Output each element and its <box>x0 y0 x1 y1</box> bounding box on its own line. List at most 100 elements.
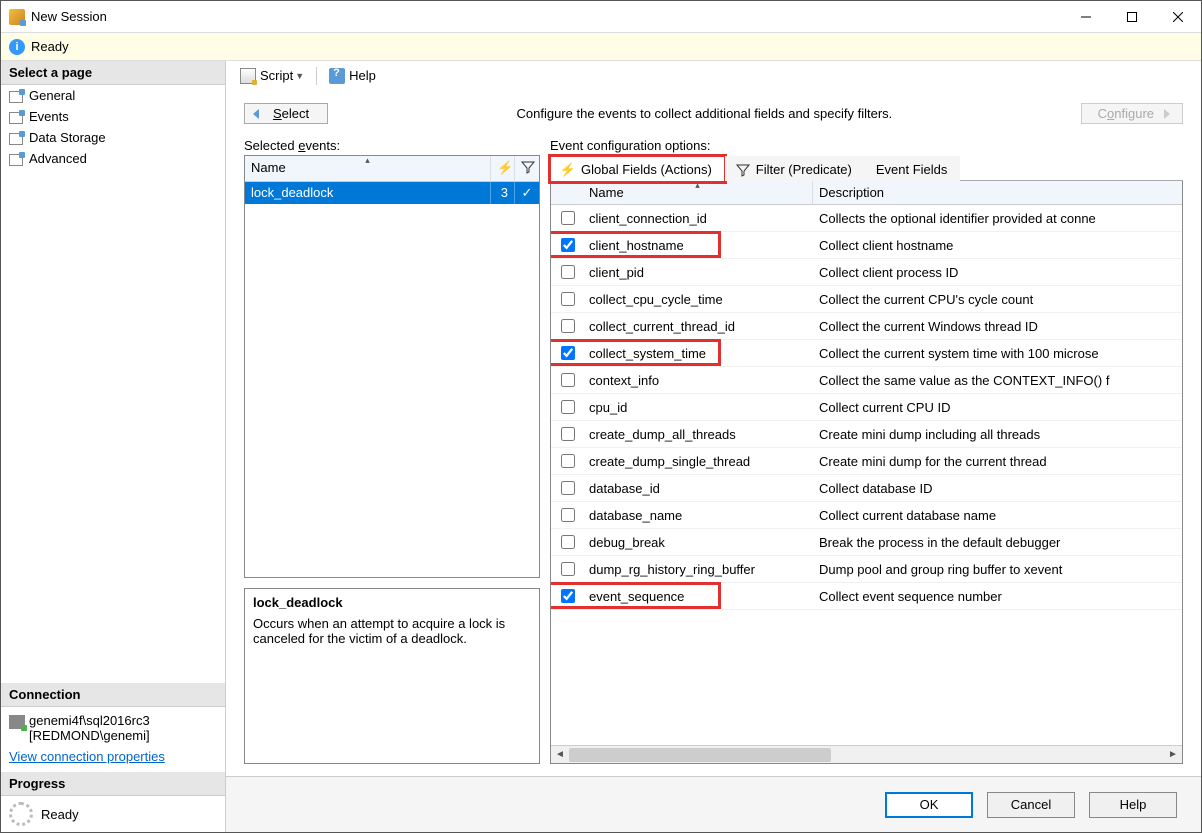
field-description: Collect current CPU ID <box>813 397 1182 418</box>
col-name-header[interactable]: ▴Name <box>245 156 491 181</box>
page-item-events[interactable]: Events <box>1 106 225 127</box>
window-title: New Session <box>31 9 1063 24</box>
field-row-client_hostname[interactable]: client_hostnameCollect client hostname <box>551 232 1182 259</box>
selected-events-label: Selected events: <box>244 138 540 153</box>
field-description: Collect current database name <box>813 505 1182 526</box>
tab-filter-predicate-[interactable]: Filter (Predicate) <box>725 156 865 181</box>
script-icon <box>240 68 256 84</box>
toolbar: Script ▼ Help <box>226 61 1201 91</box>
chevron-down-icon: ▼ <box>295 71 304 81</box>
scroll-thumb[interactable] <box>569 748 831 762</box>
fields-col-name[interactable]: ▴Name <box>583 181 813 204</box>
horizontal-scrollbar[interactable]: ◄ ► <box>551 745 1182 763</box>
field-row-collect_system_time[interactable]: collect_system_timeCollect the current s… <box>551 340 1182 367</box>
field-checkbox[interactable] <box>561 292 575 306</box>
selected-event-row[interactable]: lock_deadlock3✓ <box>245 182 539 204</box>
tab-event-fields[interactable]: Event Fields <box>865 156 961 181</box>
field-row-context_info[interactable]: context_infoCollect the same value as th… <box>551 367 1182 394</box>
selected-events-grid[interactable]: ▴Name ⚡ lock_deadlock3✓ <box>244 155 540 578</box>
fields-col-description[interactable]: Description <box>813 181 1182 204</box>
fields-body[interactable]: client_connection_idCollects the optiona… <box>551 205 1182 745</box>
page-list: GeneralEventsData StorageAdvanced <box>1 85 225 169</box>
field-name: collect_system_time <box>583 343 813 364</box>
event-description-body: Occurs when an attempt to acquire a lock… <box>253 616 531 646</box>
field-description: Collect the current CPU's cycle count <box>813 289 1182 310</box>
field-checkbox[interactable] <box>561 535 575 549</box>
field-row-database_name[interactable]: database_nameCollect current database na… <box>551 502 1182 529</box>
field-row-client_connection_id[interactable]: client_connection_idCollects the optiona… <box>551 205 1182 232</box>
field-row-database_id[interactable]: database_idCollect database ID <box>551 475 1182 502</box>
field-description: Collect the current system time with 100… <box>813 343 1182 364</box>
dialog-footer: OK Cancel Help <box>226 776 1201 832</box>
field-row-debug_break[interactable]: debug_breakBreak the process in the defa… <box>551 529 1182 556</box>
page-item-general[interactable]: General <box>1 85 225 106</box>
select-button[interactable]: SSelectelect <box>244 103 328 124</box>
field-row-collect_cpu_cycle_time[interactable]: collect_cpu_cycle_timeCollect the curren… <box>551 286 1182 313</box>
scroll-left-icon[interactable]: ◄ <box>551 749 569 760</box>
bolt-icon: ⚡ <box>561 163 575 177</box>
ok-button[interactable]: OK <box>885 792 973 818</box>
status-text: Ready <box>31 39 69 54</box>
maximize-button[interactable] <box>1109 2 1155 32</box>
field-row-create_dump_single_thread[interactable]: create_dump_single_threadCreate mini dum… <box>551 448 1182 475</box>
help-icon <box>329 68 345 84</box>
connection-server: genemi4f\sql2016rc3 <box>29 713 150 728</box>
field-name: collect_cpu_cycle_time <box>583 289 813 310</box>
info-icon: i <box>9 39 25 55</box>
progress-header: Progress <box>1 772 225 796</box>
field-checkbox[interactable] <box>561 562 575 576</box>
help-button[interactable]: Help <box>323 66 382 86</box>
arrow-left-icon <box>253 109 259 119</box>
close-button[interactable] <box>1155 2 1201 32</box>
page-item-data-storage[interactable]: Data Storage <box>1 127 225 148</box>
event-config-label: Event configuration options: <box>550 138 1183 153</box>
script-button[interactable]: Script ▼ <box>234 66 310 86</box>
field-checkbox[interactable] <box>561 427 575 441</box>
field-description: Create mini dump including all threads <box>813 424 1182 445</box>
view-connection-properties-link[interactable]: View connection properties <box>1 745 225 772</box>
field-name: client_hostname <box>583 235 813 256</box>
field-description: Collect client hostname <box>813 235 1182 256</box>
field-checkbox[interactable] <box>561 508 575 522</box>
field-checkbox[interactable] <box>561 319 575 333</box>
event-description-box: lock_deadlock Occurs when an attempt to … <box>244 588 540 764</box>
field-name: database_name <box>583 505 813 526</box>
instruction-text: Configure the events to collect addition… <box>328 106 1080 121</box>
field-name: create_dump_single_thread <box>583 451 813 472</box>
field-description: Collects the optional identifier provide… <box>813 208 1182 229</box>
field-checkbox[interactable] <box>561 238 575 252</box>
field-checkbox[interactable] <box>561 373 575 387</box>
col-filter-header[interactable] <box>515 156 539 181</box>
field-row-dump_rg_history_ring_buffer[interactable]: dump_rg_history_ring_bufferDump pool and… <box>551 556 1182 583</box>
field-name: client_pid <box>583 262 813 283</box>
page-icon <box>9 131 25 145</box>
tab-global-fields-actions-[interactable]: ⚡Global Fields (Actions) <box>550 156 725 181</box>
server-icon <box>9 715 25 729</box>
field-description: Collect database ID <box>813 478 1182 499</box>
field-row-client_pid[interactable]: client_pidCollect client process ID <box>551 259 1182 286</box>
field-checkbox[interactable] <box>561 346 575 360</box>
field-name: cpu_id <box>583 397 813 418</box>
field-row-collect_current_thread_id[interactable]: collect_current_thread_idCollect the cur… <box>551 313 1182 340</box>
progress-text: Ready <box>41 807 79 822</box>
app-icon <box>9 9 25 25</box>
field-checkbox[interactable] <box>561 481 575 495</box>
field-row-event_sequence[interactable]: event_sequenceCollect event sequence num… <box>551 583 1182 610</box>
field-checkbox[interactable] <box>561 454 575 468</box>
page-item-advanced[interactable]: Advanced <box>1 148 225 169</box>
field-name: dump_rg_history_ring_buffer <box>583 559 813 580</box>
help-button-footer[interactable]: Help <box>1089 792 1177 818</box>
scroll-right-icon[interactable]: ► <box>1164 749 1182 760</box>
minimize-button[interactable] <box>1063 2 1109 32</box>
global-fields-grid: ▴Name Description client_connection_idCo… <box>550 181 1183 764</box>
field-checkbox[interactable] <box>561 400 575 414</box>
field-name: client_connection_id <box>583 208 813 229</box>
cancel-button[interactable]: Cancel <box>987 792 1075 818</box>
col-bolt-header[interactable]: ⚡ <box>491 156 515 181</box>
field-row-create_dump_all_threads[interactable]: create_dump_all_threadsCreate mini dump … <box>551 421 1182 448</box>
field-name: database_id <box>583 478 813 499</box>
field-row-cpu_id[interactable]: cpu_idCollect current CPU ID <box>551 394 1182 421</box>
field-checkbox[interactable] <box>561 589 575 603</box>
field-checkbox[interactable] <box>561 265 575 279</box>
field-checkbox[interactable] <box>561 211 575 225</box>
